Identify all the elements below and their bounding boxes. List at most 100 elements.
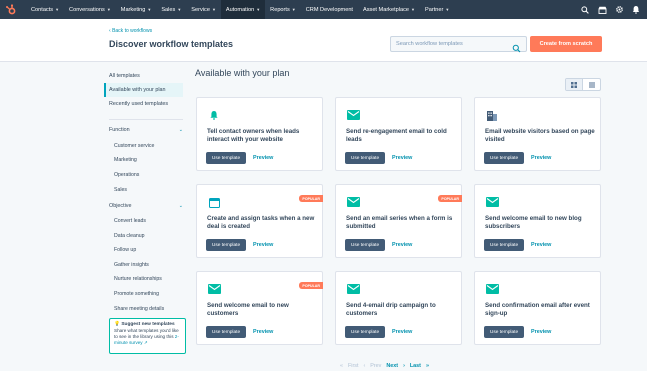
list-view-button[interactable] [583, 79, 600, 90]
last-page-button[interactable]: Last [410, 363, 421, 369]
template-card: Tell contact owners when leads interact … [196, 97, 323, 171]
section-title: Available with your plan [195, 68, 290, 78]
sidebar-link-recently-used[interactable]: Recently used templates [104, 97, 183, 111]
suggest-title: 💡 Suggest new templates [114, 322, 181, 327]
nav-conversations[interactable]: Conversations ▼ [64, 0, 116, 19]
template-card: Send welcome email to new blog subscribe… [474, 184, 601, 258]
create-from-scratch-button[interactable]: Create from scratch [530, 36, 602, 52]
nav-label: Conversations [69, 6, 105, 13]
function-label: Function [109, 127, 130, 133]
template-card: Email website visitors based on page vis… [474, 97, 601, 171]
function-item-sales[interactable]: Sales [114, 187, 127, 193]
top-navigation: Contacts ▼ Conversations ▼ Marketing ▼ Sale… [0, 0, 647, 19]
use-template-button[interactable]: Use template [345, 152, 385, 164]
use-template-button[interactable]: Use template [206, 152, 246, 164]
objective-item-gather-insights[interactable]: Gather insights [114, 262, 149, 268]
preview-link[interactable]: Preview [392, 155, 412, 161]
use-template-button[interactable]: Use template [484, 239, 524, 251]
nav-marketing[interactable]: Marketing ▼ [116, 0, 157, 19]
chevron-down-icon: ⌄ [178, 203, 183, 209]
preview-link[interactable]: Preview [392, 329, 412, 335]
chevron-down-icon: ▼ [55, 7, 60, 12]
preview-link[interactable]: Preview [531, 329, 551, 335]
nav-label: Reports [270, 6, 290, 13]
use-template-button[interactable]: Use template [345, 239, 385, 251]
function-item-marketing[interactable]: Marketing [114, 157, 137, 163]
marketplace-icon[interactable] [597, 5, 607, 15]
use-template-button[interactable]: Use template [484, 152, 524, 164]
template-title: Email website visitors based on page vis… [485, 128, 595, 144]
preview-link[interactable]: Preview [531, 242, 551, 248]
nav-label: Partner [424, 6, 444, 13]
nav-label: CRM Development [305, 6, 353, 13]
chevron-down-icon: ▼ [147, 7, 152, 12]
view-toggle [565, 78, 601, 91]
objective-item-promote-something[interactable]: Promote something [114, 291, 159, 297]
preview-link[interactable]: Preview [253, 155, 273, 161]
building-icon [485, 109, 499, 121]
template-card: POPULAR Send welcome email to new custom… [196, 271, 323, 345]
preview-link[interactable]: Preview [253, 329, 273, 335]
page-header: ‹ Back to workflows Discover workflow te… [0, 19, 647, 62]
function-item-operations[interactable]: Operations [114, 172, 139, 178]
back-link[interactable]: ‹ Back to workflows [109, 28, 152, 34]
sidebar-link-all-templates[interactable]: All templates [104, 69, 183, 83]
template-card: Send re-engagement email to cold leads U… [335, 97, 462, 171]
page-title: Discover workflow templates [109, 39, 234, 49]
chevron-down-icon: ⌄ [178, 127, 183, 133]
objective-group-header[interactable]: Objective ⌄ [109, 203, 183, 209]
first-page-button[interactable]: First [348, 363, 358, 369]
nav-contacts[interactable]: Contacts ▼ [26, 0, 64, 19]
nav-partner[interactable]: Partner ▼ [420, 0, 454, 19]
template-title: Send 4-email drip campaign to customers [346, 302, 436, 318]
chevron-down-icon: ▼ [445, 7, 450, 12]
popular-badge: POPULAR [299, 195, 323, 202]
suggest-body-text: Share what templates you'd like to see i… [114, 328, 179, 340]
settings-icon[interactable] [614, 5, 624, 15]
use-template-button[interactable]: Use template [484, 326, 524, 338]
email-icon [485, 196, 499, 208]
template-card: Send confirmation email after event sign… [474, 271, 601, 345]
template-title: Send welcome email to new blog subscribe… [485, 215, 582, 231]
template-title: Send confirmation email after event sign… [485, 302, 590, 318]
use-template-button[interactable]: Use template [206, 239, 246, 251]
notifications-icon[interactable] [631, 5, 641, 15]
suggest-title-text: Suggest new templates [121, 322, 175, 327]
preview-link[interactable]: Preview [531, 155, 551, 161]
use-template-button[interactable]: Use template [206, 326, 246, 338]
objective-item-convert-leads[interactable]: Convert leads [114, 218, 146, 224]
chevron-down-icon: ▼ [177, 7, 182, 12]
chevron-down-icon: ▼ [256, 7, 261, 12]
chevron-down-icon: ▼ [106, 7, 111, 12]
preview-link[interactable]: Preview [392, 242, 412, 248]
nav-utilities [580, 0, 641, 19]
double-chevron-left-icon: « [340, 362, 343, 369]
nav-crm-development[interactable]: CRM Development [301, 0, 358, 19]
nav-asset-marketplace[interactable]: Asset Marketplace ▼ [358, 0, 420, 19]
nav-sales[interactable]: Sales ▼ [156, 0, 186, 19]
nav-service[interactable]: Service ▼ [186, 0, 221, 19]
use-template-button[interactable]: Use template [345, 326, 385, 338]
template-card: POPULAR Create and assign tasks when a n… [196, 184, 323, 258]
next-page-button[interactable]: Next [386, 363, 398, 369]
prev-page-button[interactable]: Prev [370, 363, 381, 369]
nav-automation[interactable]: Automation ▼ [220, 0, 266, 19]
nav-label: Sales [161, 6, 176, 13]
grid-view-button[interactable] [566, 79, 584, 90]
nav-label: Service [191, 6, 210, 13]
function-item-customer-service[interactable]: Customer service [114, 143, 154, 149]
nav-reports[interactable]: Reports ▼ [265, 0, 301, 19]
template-card: Send 4-email drip campaign to customers … [335, 271, 462, 345]
function-group-header[interactable]: Function ⌄ [109, 127, 183, 133]
external-link-icon: ↗ [143, 340, 148, 346]
objective-item-share-meeting-details[interactable]: Share meeting details [114, 306, 164, 312]
objective-item-data-cleanup[interactable]: Data cleanup [114, 233, 145, 239]
preview-link[interactable]: Preview [253, 242, 273, 248]
search-icon[interactable] [580, 5, 590, 15]
objective-item-follow-up[interactable]: Follow up [114, 247, 136, 253]
hubspot-logo-icon[interactable] [4, 3, 18, 17]
email-icon [485, 283, 499, 295]
sidebar-link-available-with-plan[interactable]: Available with your plan [104, 83, 183, 97]
objective-item-nurture-relationships[interactable]: Nurture relationships [114, 276, 162, 282]
search-input[interactable]: Search workflow templates [390, 36, 527, 53]
